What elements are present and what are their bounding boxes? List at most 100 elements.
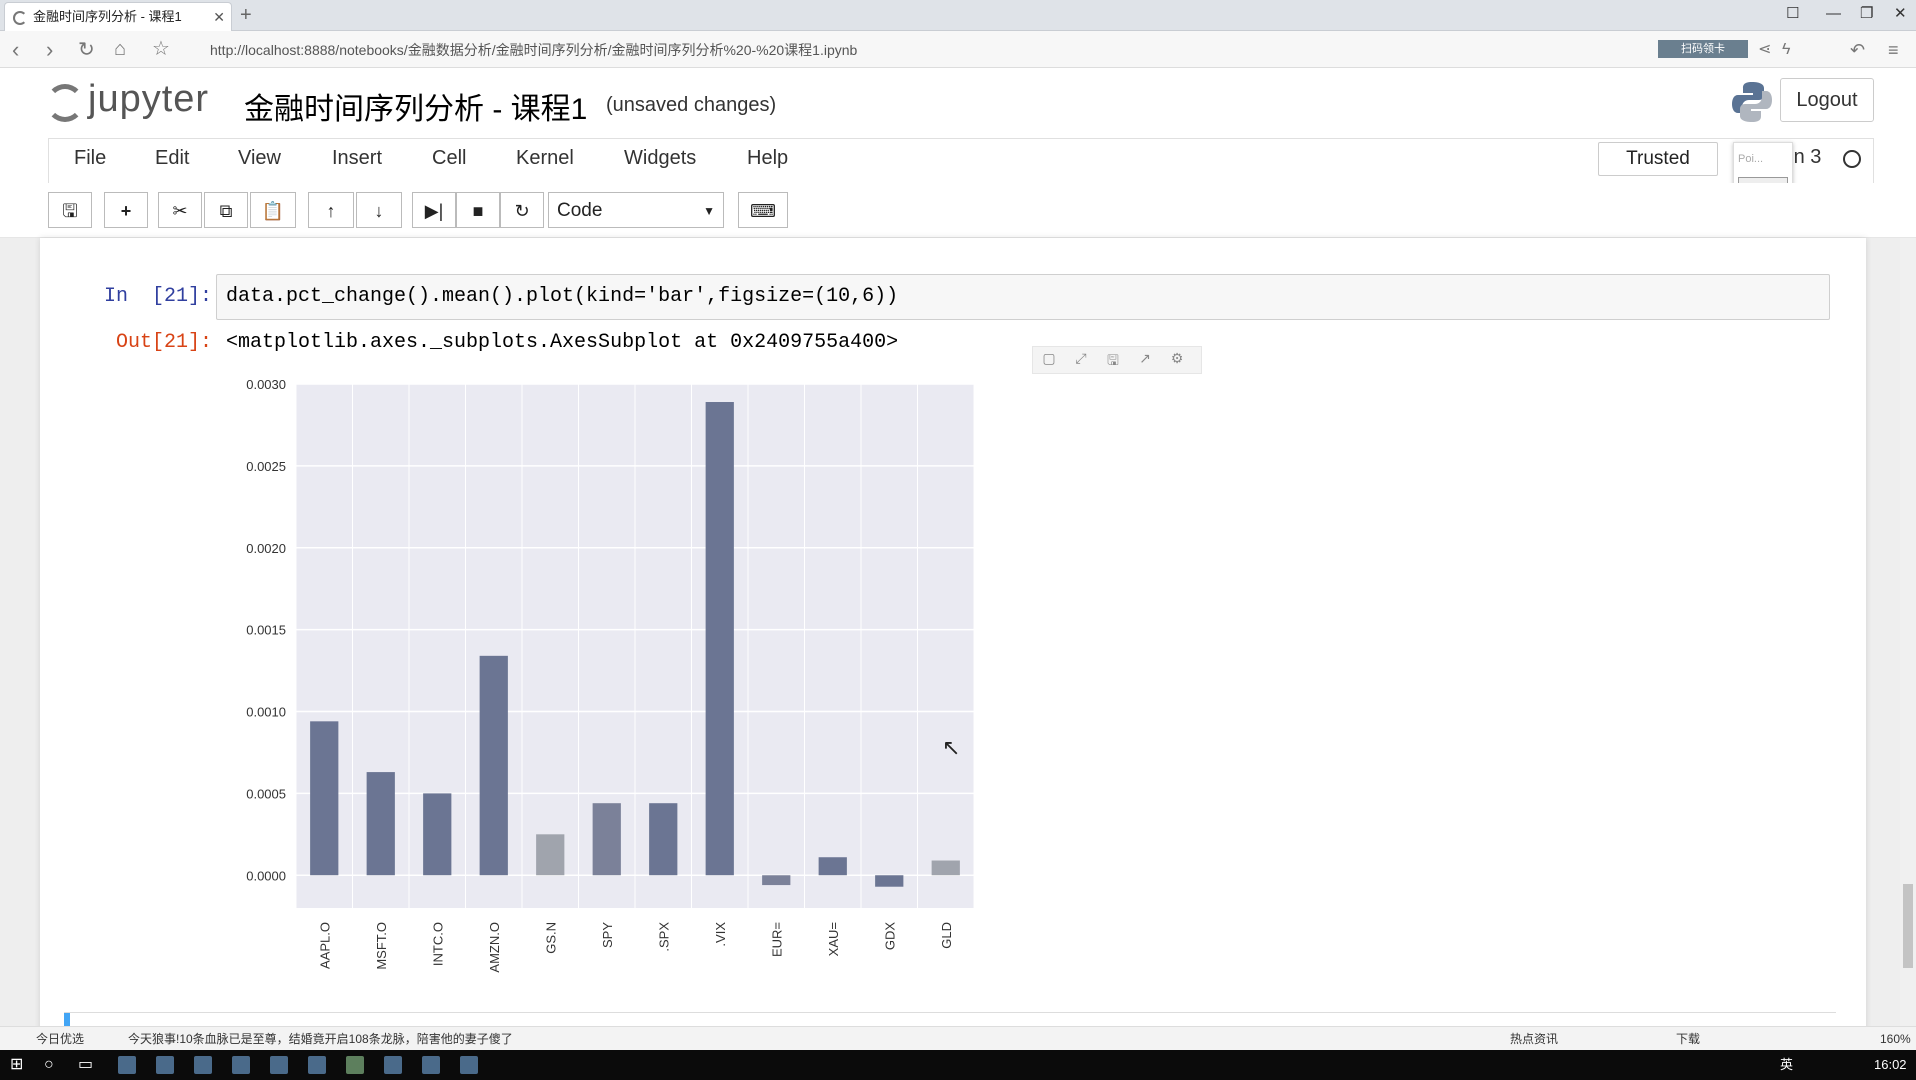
x-tick-label: GLD <box>939 922 954 949</box>
reload-icon[interactable]: ↻ <box>78 38 95 62</box>
forward-icon[interactable]: › <box>46 38 53 62</box>
app-icon-editor[interactable] <box>194 1056 212 1074</box>
minimize-window-icon[interactable]: — <box>1826 4 1841 24</box>
menu-insert[interactable]: Insert <box>332 146 382 170</box>
windows-start-icon[interactable]: ⊞ <box>10 1050 23 1080</box>
popup-input[interactable]: Poi... <box>1738 153 1763 165</box>
figure-toolbar: ▢ ⤢ 🖫 ↗ ⚙ <box>1032 346 1202 374</box>
jupyter-logo[interactable]: jupyter <box>46 78 218 126</box>
close-window-icon[interactable]: ✕ <box>1894 4 1907 24</box>
bar <box>705 402 734 876</box>
bar <box>931 860 960 876</box>
close-tab-icon[interactable]: ✕ <box>213 3 225 31</box>
star-icon[interactable]: ☆ <box>152 37 170 61</box>
ime-indicator[interactable]: 英 <box>1780 1050 1793 1080</box>
browser-tab[interactable]: 金融时间序列分析 - 课程1 ✕ <box>4 2 232 31</box>
keyboard-icon[interactable]: ⌨ <box>738 192 788 228</box>
app-icon-notes[interactable] <box>308 1056 326 1074</box>
menu-edit[interactable]: Edit <box>155 146 189 170</box>
status-hot-news[interactable]: 热点资讯 <box>1510 1027 1558 1051</box>
cell-type-select[interactable]: Code ▼ <box>548 192 724 228</box>
undo-icon[interactable]: ↶ <box>1850 38 1865 62</box>
code-text[interactable]: data.pct_change().mean().plot(kind='bar'… <box>226 285 898 308</box>
menu-cell[interactable]: Cell <box>432 146 466 170</box>
x-tick-label: AMZN.O <box>487 922 502 973</box>
x-tick-label: .SPX <box>656 922 671 952</box>
y-tick-label: 0.0020 <box>246 541 286 556</box>
insert-cell-icon[interactable]: + <box>104 192 148 228</box>
menu-kernel[interactable]: Kernel <box>516 146 574 170</box>
logout-button[interactable]: Logout <box>1780 78 1874 122</box>
menu-view[interactable]: View <box>238 146 281 170</box>
browser-status-bar: 今日优选 今天狼事!10条血脉已是至尊，结婚竟开启108条龙脉，陪害他的妻子傻了… <box>0 1026 1916 1051</box>
move-up-icon[interactable]: ↑ <box>308 192 354 228</box>
browser-tab-title: 金融时间序列分析 - 课程1 <box>33 9 182 24</box>
app-icon-terminal[interactable] <box>384 1056 402 1074</box>
run-icon[interactable]: ▶| <box>412 192 456 228</box>
url-input[interactable]: http://localhost:8888/notebooks/金融数据分析/金… <box>210 39 1650 61</box>
move-down-icon[interactable]: ↓ <box>356 192 402 228</box>
scrollbar-thumb[interactable] <box>1903 884 1913 968</box>
cell-type-value: Code <box>557 200 603 221</box>
task-view-icon[interactable]: ▭ <box>78 1050 93 1080</box>
paste-icon[interactable]: 📋 <box>250 192 296 228</box>
app-icon-explorer[interactable] <box>156 1056 174 1074</box>
y-tick-label: 0.0005 <box>246 786 286 801</box>
restore-window-icon[interactable]: ❐ <box>1860 4 1873 24</box>
export-icon[interactable]: ↗ <box>1135 350 1155 367</box>
trusted-indicator[interactable]: Trusted <box>1598 142 1718 176</box>
bar <box>366 772 395 876</box>
x-tick-label: XAU= <box>826 922 841 956</box>
bar <box>310 721 339 876</box>
y-tick-label: 0.0015 <box>246 623 286 638</box>
copy-icon[interactable]: ⧉ <box>204 192 248 228</box>
mouse-cursor-icon: ↖ <box>942 735 961 760</box>
input-prompt: In [21]: <box>104 285 213 308</box>
x-tick-label: .VIX <box>713 922 728 947</box>
pan-icon[interactable]: ▢ <box>1039 350 1059 367</box>
lightning-icon[interactable]: ϟ <box>1782 38 1790 62</box>
home-icon[interactable]: ⌂ <box>114 37 126 61</box>
loading-icon <box>13 11 27 25</box>
notebook-title[interactable]: 金融时间序列分析 - 课程1 <box>244 84 587 128</box>
share-icon[interactable]: ⋖ <box>1758 38 1771 62</box>
menu-icon[interactable]: ≡ <box>1888 38 1899 62</box>
app-icon-window[interactable] <box>422 1056 440 1074</box>
save-figure-icon[interactable]: 🖫 <box>1103 350 1123 374</box>
app-icon-python[interactable] <box>460 1056 478 1074</box>
status-download[interactable]: 下载 <box>1676 1027 1700 1051</box>
restart-icon[interactable]: ↻ <box>500 192 544 228</box>
x-tick-label: GDX <box>882 922 897 951</box>
x-tick-label: AAPL.O <box>317 922 332 969</box>
jupyter-ring-icon <box>46 84 84 122</box>
app-icon-media[interactable] <box>270 1056 288 1074</box>
new-tab-icon[interactable]: + <box>240 2 252 28</box>
app-icon-security[interactable] <box>232 1056 250 1074</box>
clock[interactable]: 16:02 <box>1874 1050 1907 1080</box>
extension-badge[interactable]: 扫码领卡 <box>1658 40 1748 58</box>
save-icon[interactable]: 🖫 <box>48 192 92 228</box>
bar <box>592 803 621 876</box>
browser-tab-strip <box>0 0 1916 31</box>
gear-icon[interactable]: ⚙ <box>1167 350 1187 367</box>
x-tick-label: INTC.O <box>430 922 445 966</box>
menu-help[interactable]: Help <box>747 146 788 170</box>
status-left[interactable]: 今日优选 <box>36 1027 84 1051</box>
menu-file[interactable]: File <box>74 146 106 170</box>
jupyter-logo-text: jupyter <box>88 78 210 120</box>
bookmark-window-icon[interactable]: ☐ <box>1786 4 1799 24</box>
status-zoom[interactable]: 160% <box>1880 1027 1911 1051</box>
cut-icon[interactable]: ✂ <box>158 192 202 228</box>
app-icon-wechat[interactable] <box>346 1056 364 1074</box>
stop-icon[interactable]: ■ <box>456 192 500 228</box>
status-news[interactable]: 今天狼事!10条血脉已是至尊，结婚竟开启108条龙脉，陪害他的妻子傻了 <box>128 1027 513 1051</box>
bar <box>818 857 847 876</box>
zoom-icon[interactable]: ⤢ <box>1071 350 1091 367</box>
search-icon[interactable]: ○ <box>44 1050 54 1080</box>
y-tick-label: 0.0010 <box>246 705 286 720</box>
back-icon[interactable]: ‹ <box>12 38 19 62</box>
menu-widgets[interactable]: Widgets <box>624 146 696 170</box>
app-icon-browser[interactable] <box>118 1056 136 1074</box>
y-tick-label: 0.0000 <box>246 868 286 883</box>
x-tick-label: MSFT.O <box>374 922 389 970</box>
